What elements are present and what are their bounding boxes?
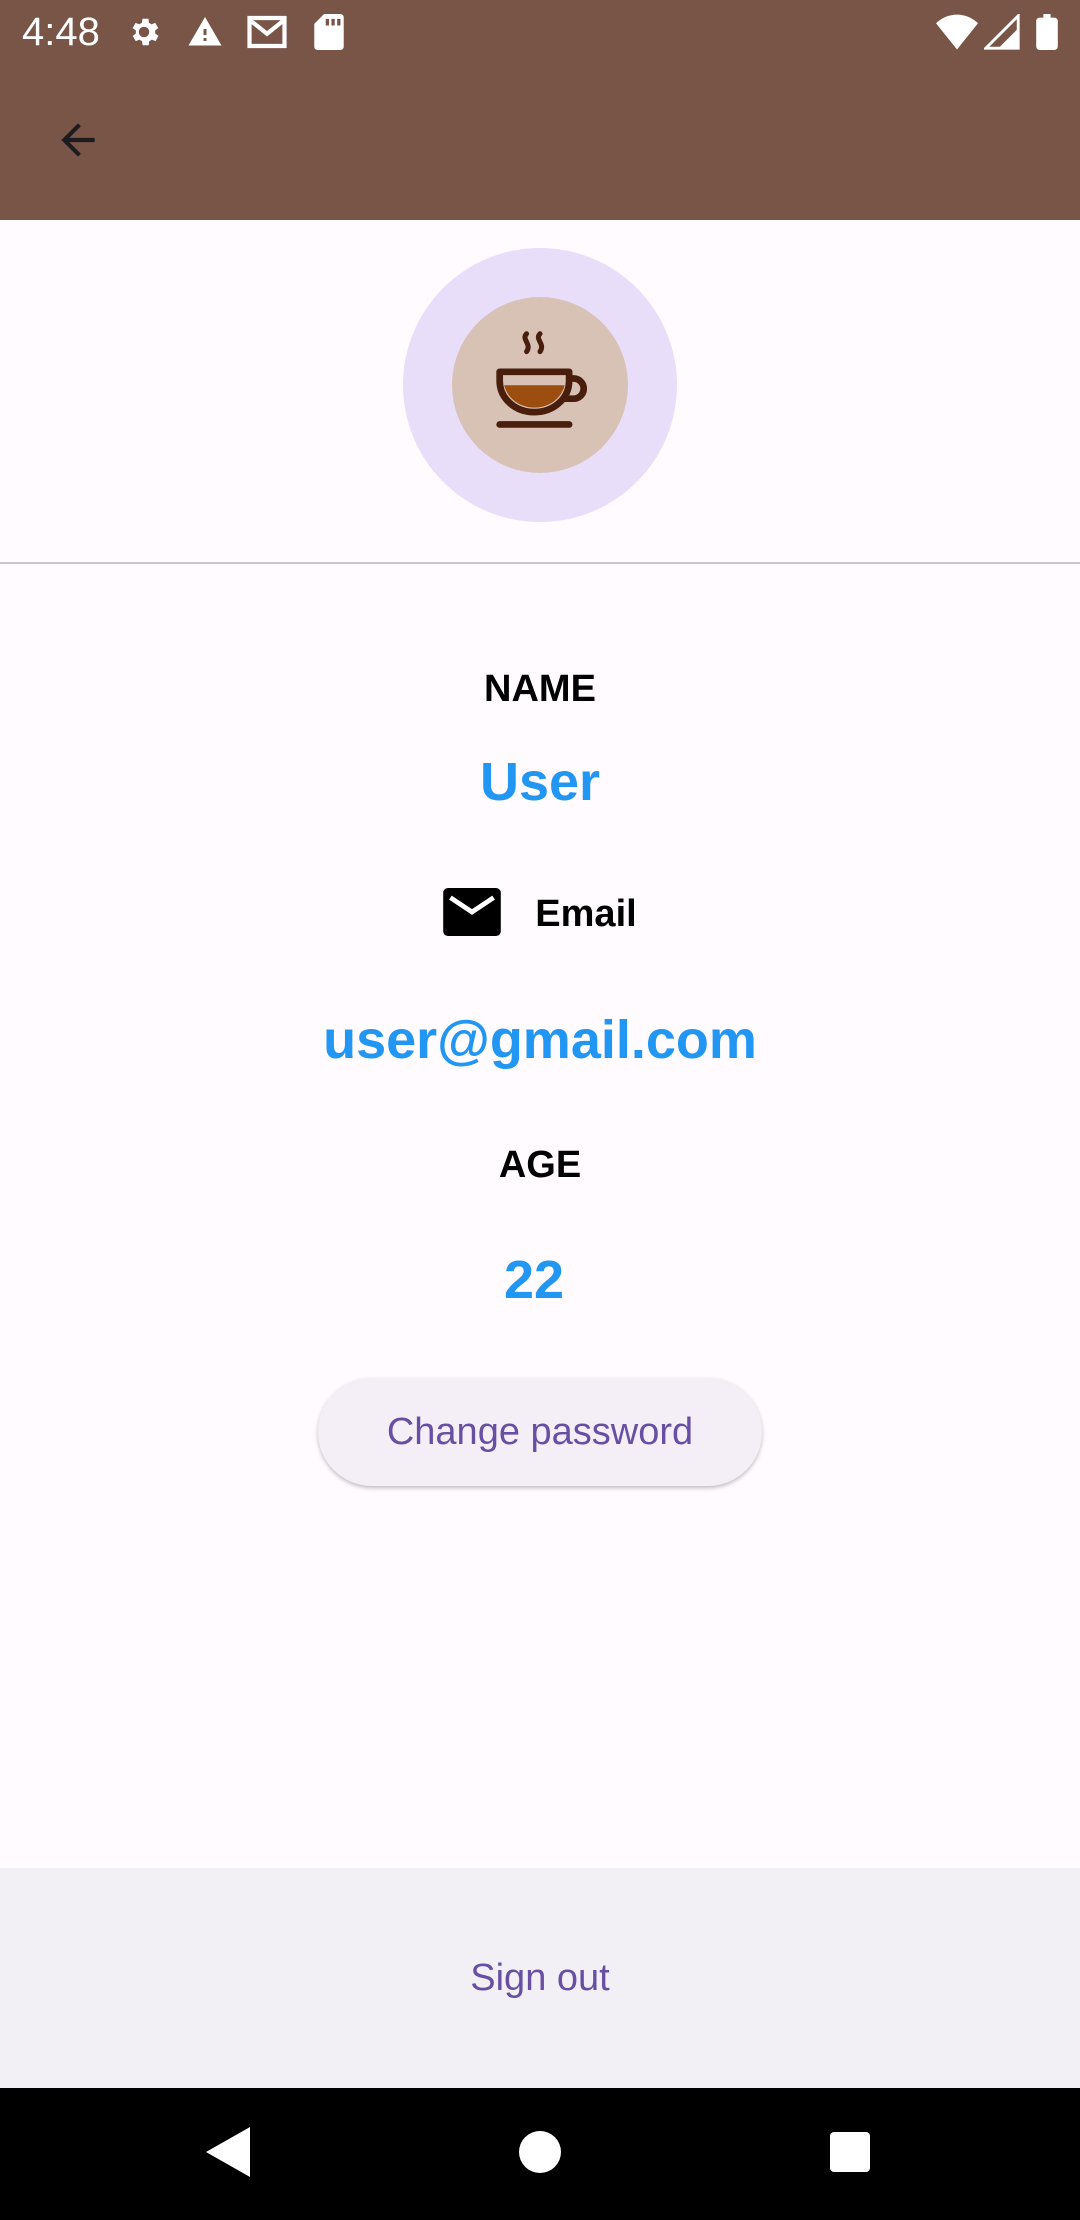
sd-card-icon xyxy=(314,14,344,55)
age-label: AGE xyxy=(498,1144,582,1186)
system-nav-bar xyxy=(0,2088,1080,2220)
settings-icon xyxy=(126,14,162,55)
mail-icon xyxy=(443,887,502,941)
triangle-back-icon xyxy=(206,2126,250,2182)
avatar[interactable] xyxy=(403,248,677,522)
email-row: Email xyxy=(0,884,1080,944)
email-value: user@gmail.com xyxy=(323,1010,757,1070)
arrow-back-icon xyxy=(53,115,103,170)
signal-icon xyxy=(982,12,1020,55)
nav-home-button[interactable] xyxy=(498,2112,582,2196)
change-password-button[interactable]: Change password xyxy=(318,1378,762,1486)
email-label: Email xyxy=(535,893,637,935)
circle-home-icon xyxy=(519,2130,561,2178)
warning-icon xyxy=(186,14,224,55)
battery-icon xyxy=(1036,14,1058,55)
gmail-icon xyxy=(246,14,288,55)
age-value: 22 xyxy=(503,1250,565,1310)
avatar-inner xyxy=(452,297,628,473)
divider xyxy=(0,562,1080,564)
status-time: 4:48 xyxy=(22,10,100,54)
name-label: NAME xyxy=(484,668,596,710)
nav-back-button[interactable] xyxy=(186,2112,270,2196)
wifi-icon xyxy=(936,14,978,55)
name-value: User xyxy=(479,752,601,812)
app-bar xyxy=(0,64,1080,220)
bottom-panel: Sign out xyxy=(0,1868,1080,2088)
avatar-section xyxy=(0,220,1080,563)
coffee-cup-icon xyxy=(484,327,596,444)
sign-out-button[interactable]: Sign out xyxy=(390,1938,690,2018)
square-recents-icon xyxy=(830,2131,870,2177)
status-bar: 4:48 xyxy=(0,0,1080,64)
nav-recents-button[interactable] xyxy=(808,2112,892,2196)
back-button[interactable] xyxy=(40,104,116,180)
